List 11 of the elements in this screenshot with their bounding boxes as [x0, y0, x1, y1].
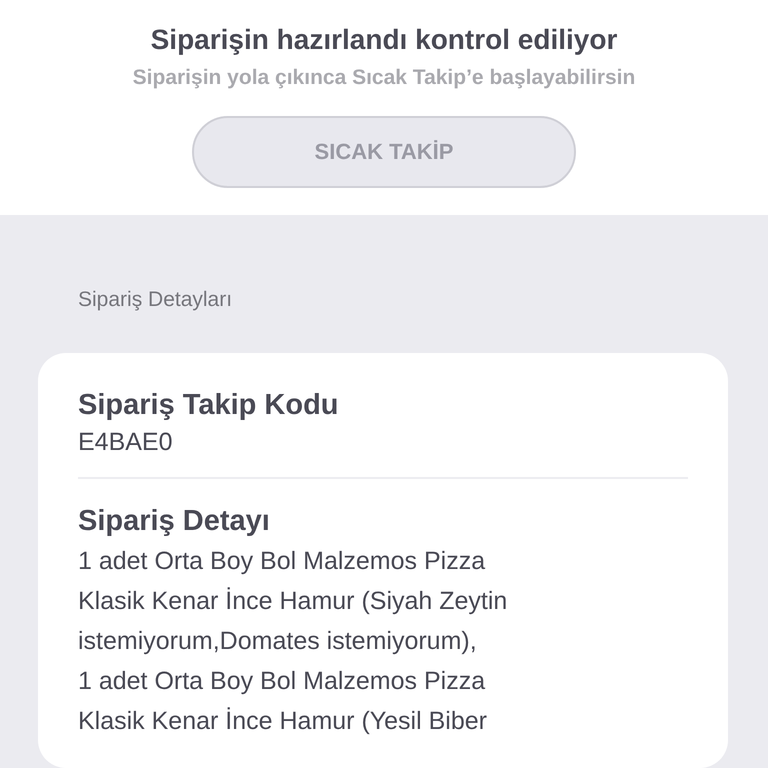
section-title: Sipariş Detayları	[78, 287, 234, 313]
field-value: Klasik Kenar İnce Hamur (Siyah Zeytin	[78, 586, 508, 617]
field-value: 1 adet Orta Boy Bol Malzemos Pizza	[78, 546, 486, 577]
field-value: E4BAE0	[78, 427, 174, 458]
field-value: Klasik Kenar İnce Hamur (Yesil Biber	[78, 706, 488, 737]
field-value: istemiyorum,Domates istemiyorum),	[78, 626, 478, 657]
status-title: Siparişin hazırlandı kontrol ediliyor	[150, 23, 618, 57]
field-value: 1 adet Orta Boy Bol Malzemos Pizza	[78, 666, 486, 697]
status-subtitle: Siparişin yola çıkınca Sıcak Takip’e başlayabilirsin	[132, 65, 636, 91]
field-label: Sipariş Detayı	[78, 504, 271, 539]
field-label: Sipariş Takip Kodu	[78, 388, 340, 423]
